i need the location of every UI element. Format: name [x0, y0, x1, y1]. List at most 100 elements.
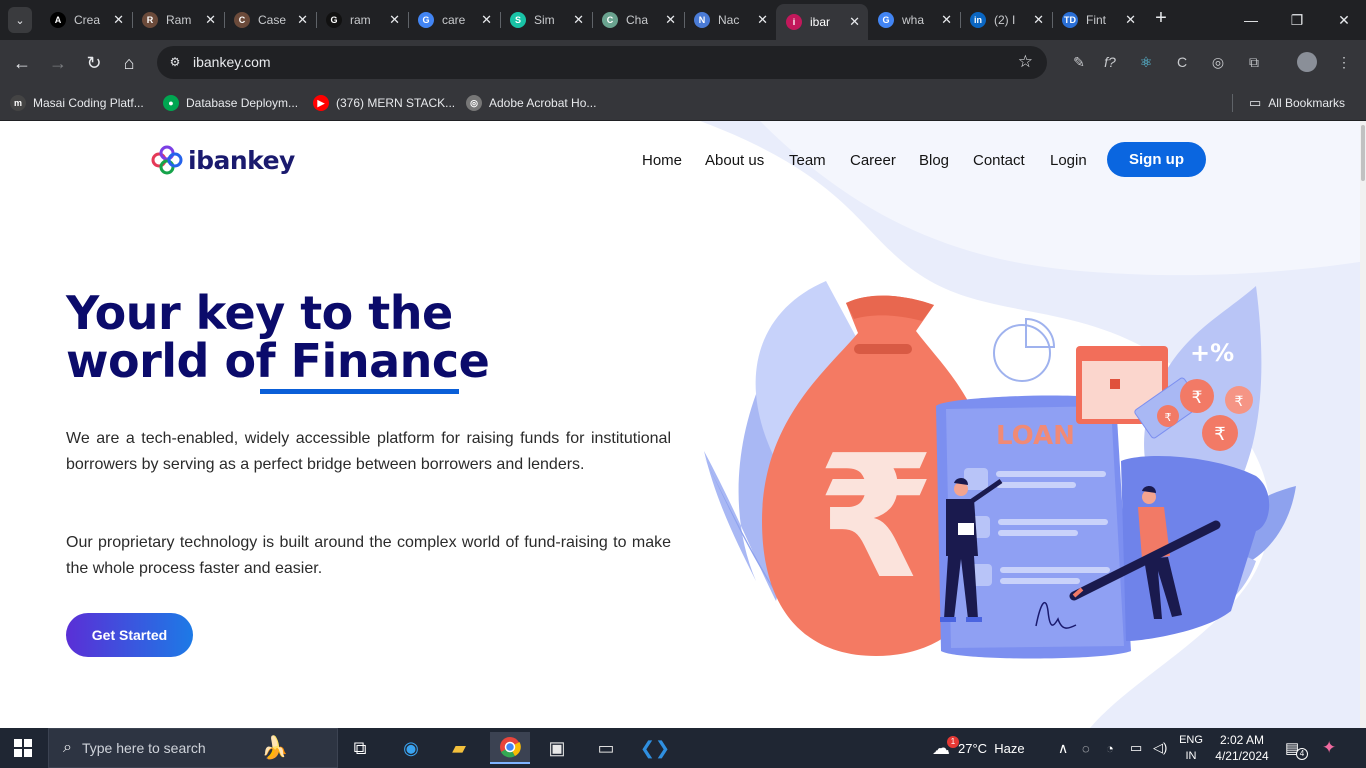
- tab-close-icon[interactable]: ✕: [1033, 12, 1044, 28]
- forward-arrow-icon[interactable]: →: [45, 50, 71, 76]
- extension-target-icon[interactable]: ◎: [1208, 52, 1228, 72]
- extension-code-icon[interactable]: C: [1172, 52, 1192, 72]
- bookmark-favicon-icon: ●: [163, 95, 179, 111]
- browser-tab[interactable]: C Cha ✕: [592, 6, 684, 34]
- browser-tab[interactable]: R Ram ✕: [132, 6, 224, 34]
- windows-start-icon[interactable]: [14, 739, 32, 757]
- tab-close-icon[interactable]: ✕: [849, 14, 860, 30]
- terminal-icon[interactable]: ▭: [586, 732, 626, 764]
- tab-title: (2) I: [994, 13, 1016, 27]
- back-arrow-icon[interactable]: ←: [9, 50, 35, 76]
- logo-text: ibankey: [188, 145, 295, 175]
- nav-link-contact[interactable]: Contact: [973, 152, 1025, 169]
- battery-icon[interactable]: ▭: [1130, 728, 1142, 768]
- extension-formula-icon[interactable]: f?: [1100, 52, 1120, 72]
- nav-link-login[interactable]: Login: [1050, 152, 1087, 169]
- svg-text:₹: ₹: [1214, 424, 1225, 445]
- extensions-puzzle-icon[interactable]: ⧉: [1244, 52, 1264, 72]
- signup-button[interactable]: Sign up: [1107, 142, 1206, 177]
- web-page: ibankey Home About us Team Career Blog Contac…: [0, 121, 1366, 728]
- browser-tab[interactable]: in (2) I ✕: [960, 6, 1052, 34]
- tab-separator: [224, 12, 225, 28]
- new-tab-button[interactable]: +: [1150, 8, 1172, 30]
- all-bookmarks-button[interactable]: ▭ All Bookmarks: [1249, 93, 1345, 113]
- profile-avatar[interactable]: [1297, 52, 1317, 72]
- site-settings-icon[interactable]: ⚙: [166, 53, 184, 71]
- reload-icon[interactable]: ↻: [81, 50, 107, 76]
- browser-tab[interactable]: S Sim ✕: [500, 6, 592, 34]
- browser-tab[interactable]: Gcare ✕: [408, 6, 500, 34]
- tab-title: Fint: [1086, 13, 1107, 27]
- react-devtools-icon[interactable]: ⚛: [1136, 52, 1156, 72]
- logo-mark-icon: [151, 145, 183, 175]
- tab-close-icon[interactable]: ✕: [389, 12, 400, 28]
- task-view-icon[interactable]: ⧉: [340, 732, 380, 764]
- extension-pen-icon[interactable]: ✎: [1069, 52, 1089, 72]
- nav-link-career[interactable]: Career: [850, 152, 896, 169]
- hero-title-accent: Finance: [290, 334, 490, 388]
- tab-close-icon[interactable]: ✕: [665, 12, 676, 28]
- clock[interactable]: 2:02 AM 4/21/2024: [1210, 732, 1274, 764]
- menu-kebab-icon[interactable]: ⋮: [1334, 52, 1354, 72]
- taskbar-search-box[interactable]: ⌕ Type here to search 🍌: [48, 728, 338, 768]
- bookmarks-bar: m Masai Coding Platf... ● Database Deploym.…: [0, 85, 1366, 121]
- minimize-button[interactable]: —: [1239, 8, 1263, 32]
- home-icon[interactable]: ⌂: [116, 50, 142, 76]
- copilot-icon[interactable]: ✦: [1322, 728, 1336, 768]
- file-explorer-icon[interactable]: ▰: [439, 732, 479, 764]
- wifi-icon[interactable]: ◔: [1106, 728, 1114, 768]
- site-logo[interactable]: ibankey: [150, 143, 295, 177]
- close-window-button[interactable]: ✕: [1332, 8, 1356, 32]
- bookmark-item[interactable]: ▶ (376) MERN STACK...: [313, 93, 455, 113]
- notifications-icon[interactable]: ▤: [1285, 728, 1299, 768]
- nav-link-about-us[interactable]: About us: [705, 152, 764, 169]
- tab-close-icon[interactable]: ✕: [205, 12, 216, 28]
- bookmark-item[interactable]: m Masai Coding Platf...: [10, 93, 144, 113]
- nav-link-team[interactable]: Team: [789, 152, 826, 169]
- tab-title: Ram: [166, 13, 192, 27]
- tab-close-icon[interactable]: ✕: [481, 12, 492, 28]
- weather-widget[interactable]: ☁ 27°C Haze: [932, 728, 1025, 768]
- browser-tab[interactable]: N Nac ✕: [684, 6, 776, 34]
- browser-tab[interactable]: TD Fint ✕: [1052, 6, 1144, 34]
- get-started-button[interactable]: Get Started: [66, 613, 193, 657]
- tab-close-icon[interactable]: ✕: [757, 12, 768, 28]
- tab-favicon-icon: G: [878, 12, 894, 28]
- paint-app-icon[interactable]: ▣: [537, 732, 577, 764]
- svg-text:₹: ₹: [1235, 394, 1244, 410]
- show-hidden-icons-chevron-icon[interactable]: ∧: [1058, 728, 1068, 768]
- tab-separator: [1052, 12, 1053, 28]
- bookmark-star-icon[interactable]: ☆: [1018, 52, 1033, 72]
- hero-title-underline: [260, 389, 459, 394]
- browser-tab[interactable]: A Crea ✕: [40, 6, 132, 34]
- windows-taskbar: ⌕ Type here to search 🍌 ⧉ ◉ ▰ ▣ ▭ ❮❯ ☁ 2…: [0, 728, 1366, 768]
- browser-tab[interactable]: C Case ✕: [224, 6, 316, 34]
- nav-link-home[interactable]: Home: [642, 152, 682, 169]
- browser-tab[interactable]: Gram ✕: [316, 6, 408, 34]
- vscode-icon[interactable]: ❮❯: [635, 732, 675, 764]
- tab-close-icon[interactable]: ✕: [1125, 12, 1136, 28]
- address-bar[interactable]: ⚙ ibankey.com ☆: [157, 46, 1047, 79]
- language-indicator[interactable]: ENG IN: [1178, 732, 1204, 764]
- page-scrollbar[interactable]: [1360, 121, 1366, 728]
- volume-icon[interactable]: ◁): [1153, 728, 1167, 768]
- chrome-taskbar-icon[interactable]: [490, 732, 530, 764]
- tab-close-icon[interactable]: ✕: [941, 12, 952, 28]
- edge-browser-icon[interactable]: ◉: [391, 732, 431, 764]
- scrollbar-thumb[interactable]: [1361, 125, 1365, 181]
- bookmark-item[interactable]: ◎ Adobe Acrobat Ho...: [466, 93, 596, 113]
- meet-now-icon[interactable]: ◌: [1082, 728, 1090, 768]
- tab-search-menu-button[interactable]: ⌄: [8, 7, 32, 33]
- nav-link-blog[interactable]: Blog: [919, 152, 949, 169]
- browser-tab[interactable]: i ibar ✕: [776, 4, 868, 40]
- tab-close-icon[interactable]: ✕: [113, 12, 124, 28]
- browser-tab[interactable]: Gwha ✕: [868, 6, 960, 34]
- restore-button[interactable]: ❐: [1285, 8, 1309, 32]
- tab-favicon-icon: G: [418, 12, 434, 28]
- search-highlight-icon: 🍌: [261, 735, 289, 760]
- bookmark-item[interactable]: ● Database Deploym...: [163, 93, 298, 113]
- url-text[interactable]: ibankey.com: [193, 54, 271, 70]
- tab-close-icon[interactable]: ✕: [297, 12, 308, 28]
- bookmark-favicon-icon: m: [10, 95, 26, 111]
- tab-close-icon[interactable]: ✕: [573, 12, 584, 28]
